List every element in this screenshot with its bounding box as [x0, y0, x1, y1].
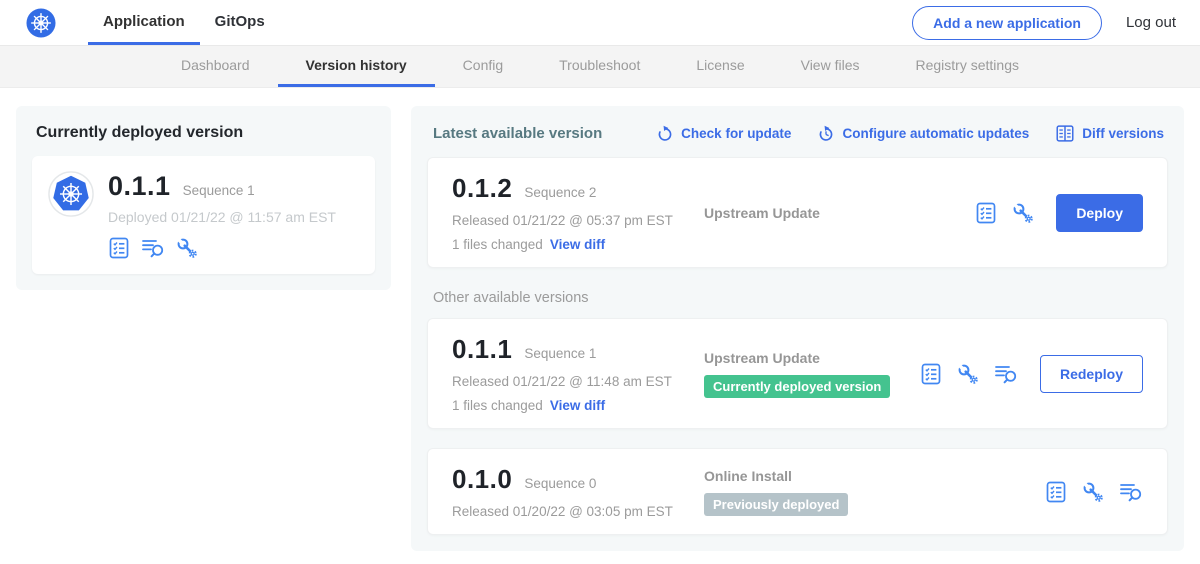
released-timestamp: Released 01/20/22 @ 03:05 pm EST: [452, 504, 704, 519]
files-changed-row: 1 files changed View diff: [452, 237, 704, 252]
sequence-label: Sequence 2: [524, 185, 596, 200]
tab-gitops[interactable]: GitOps: [200, 0, 280, 45]
source-label: Upstream Update: [704, 350, 920, 366]
refresh-icon: [656, 125, 674, 143]
version-actions: Deploy: [975, 194, 1143, 232]
logout-link[interactable]: Log out: [1126, 14, 1176, 31]
config-wrench-icon[interactable]: [957, 363, 979, 385]
deployed-timestamp: Deployed 01/21/22 @ 11:57 am EST: [108, 209, 359, 225]
version-source: Online Install Previously deployed: [704, 468, 1045, 516]
card-spacer: [427, 429, 1168, 448]
preflight-checklist-icon[interactable]: [1045, 481, 1067, 503]
files-changed-label: 1 files changed: [452, 398, 543, 413]
add-application-button[interactable]: Add a new application: [912, 6, 1102, 40]
subnav-tab-registry-settings[interactable]: Registry settings: [888, 46, 1047, 87]
top-header: Application GitOps Add a new application…: [0, 0, 1200, 46]
subnav-tab-dashboard[interactable]: Dashboard: [153, 46, 278, 87]
panel-actions: Check for update Configure automatic upd…: [656, 124, 1164, 143]
version-number: 0.1.1: [452, 334, 512, 365]
version-card-0-1-0: 0.1.0 Sequence 0 Released 01/20/22 @ 03:…: [427, 448, 1168, 535]
subnav-tab-troubleshoot[interactable]: Troubleshoot: [531, 46, 668, 87]
config-wrench-icon[interactable]: [176, 237, 198, 259]
view-logs-icon[interactable]: [1119, 481, 1143, 503]
previously-deployed-badge: Previously deployed: [704, 493, 848, 516]
header-right: Add a new application Log out: [912, 0, 1176, 45]
configure-automatic-updates-label: Configure automatic updates: [842, 126, 1029, 141]
version-card-0-1-2: 0.1.2 Sequence 2 Released 01/21/22 @ 05:…: [427, 157, 1168, 268]
files-changed-row: 1 files changed View diff: [452, 398, 704, 413]
deployed-sequence-label: Sequence 1: [183, 183, 255, 198]
source-label: Online Install: [704, 468, 1045, 484]
view-diff-link[interactable]: View diff: [550, 237, 605, 252]
diff-versions-label: Diff versions: [1082, 126, 1164, 141]
config-wrench-icon[interactable]: [1012, 202, 1034, 224]
version-number: 0.1.2: [452, 173, 512, 204]
deployed-version-number: 0.1.1: [108, 171, 171, 202]
configure-automatic-updates-link[interactable]: Configure automatic updates: [817, 125, 1029, 143]
deployed-version-card: 0.1.1 Sequence 1 Deployed 01/21/22 @ 11:…: [32, 156, 375, 274]
subnav-tab-version-history[interactable]: Version history: [278, 46, 435, 87]
diff-icon: [1055, 124, 1075, 143]
deployed-panel-title: Currently deployed version: [36, 124, 373, 142]
version-history-panel: Latest available version Check for updat…: [411, 106, 1184, 551]
kubernetes-logo-icon: [26, 8, 56, 38]
subnav-tab-license[interactable]: License: [668, 46, 772, 87]
preflight-checklist-icon[interactable]: [975, 202, 997, 224]
currently-deployed-panel: Currently deployed version 0: [16, 106, 391, 290]
latest-available-title: Latest available version: [433, 125, 602, 142]
sequence-label: Sequence 0: [524, 476, 596, 491]
files-changed-label: 1 files changed: [452, 237, 543, 252]
main-content: Currently deployed version 0: [0, 88, 1200, 564]
source-label: Upstream Update: [704, 205, 975, 221]
version-actions: Redeploy: [920, 355, 1143, 393]
view-logs-icon[interactable]: [994, 363, 1018, 385]
view-logs-icon[interactable]: [141, 237, 165, 259]
deployed-action-icons: [108, 237, 359, 259]
subnav-tab-view-files[interactable]: View files: [773, 46, 888, 87]
currently-deployed-badge: Currently deployed version: [704, 375, 890, 398]
released-timestamp: Released 01/21/22 @ 11:48 am EST: [452, 374, 704, 389]
version-source: Upstream Update: [704, 205, 975, 221]
version-card-0-1-1: 0.1.1 Sequence 1 Released 01/21/22 @ 11:…: [427, 318, 1168, 429]
version-number: 0.1.0: [452, 464, 512, 495]
version-info: 0.1.0 Sequence 0 Released 01/20/22 @ 03:…: [452, 464, 704, 519]
versions-panel-header: Latest available version Check for updat…: [433, 124, 1164, 143]
version-source: Upstream Update Currently deployed versi…: [704, 350, 920, 398]
view-diff-link[interactable]: View diff: [550, 398, 605, 413]
redeploy-button[interactable]: Redeploy: [1040, 355, 1143, 393]
tab-application[interactable]: Application: [88, 0, 200, 45]
preflight-checklist-icon[interactable]: [108, 237, 130, 259]
preflight-checklist-icon[interactable]: [920, 363, 942, 385]
subnav-tabs: Dashboard Version history Config Trouble…: [0, 46, 1200, 88]
diff-versions-link[interactable]: Diff versions: [1055, 124, 1164, 143]
check-for-update-label: Check for update: [681, 126, 791, 141]
version-actions: [1045, 481, 1143, 503]
config-wrench-icon[interactable]: [1082, 481, 1104, 503]
released-timestamp: Released 01/21/22 @ 05:37 pm EST: [452, 213, 704, 228]
version-info: 0.1.2 Sequence 2 Released 01/21/22 @ 05:…: [452, 173, 704, 252]
deploy-button[interactable]: Deploy: [1056, 194, 1143, 232]
header-tabs: Application GitOps: [88, 0, 280, 45]
sequence-label: Sequence 1: [524, 346, 596, 361]
subnav-tab-config[interactable]: Config: [435, 46, 531, 87]
deployed-version-row: 0.1.1 Sequence 1: [108, 171, 359, 202]
clock-arrow-icon: [817, 125, 835, 143]
app-logo-icon: [48, 171, 94, 217]
version-info: 0.1.1 Sequence 1 Released 01/21/22 @ 11:…: [452, 334, 704, 413]
other-available-versions-title: Other available versions: [433, 290, 1164, 306]
check-for-update-link[interactable]: Check for update: [656, 125, 791, 143]
